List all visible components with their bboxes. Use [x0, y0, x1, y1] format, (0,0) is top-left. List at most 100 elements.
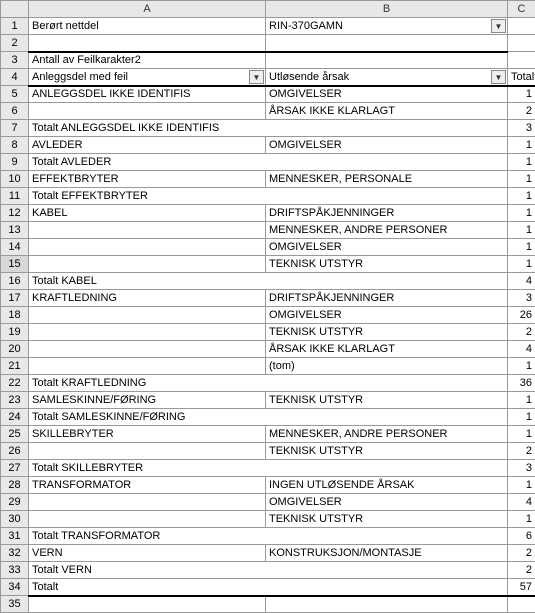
cell-C15[interactable]: 1: [508, 256, 535, 273]
select-all-corner[interactable]: [1, 1, 29, 18]
cell-C21[interactable]: 1: [508, 358, 535, 375]
cell-B3[interactable]: [266, 52, 508, 69]
cell-A3[interactable]: Antall av Feilkarakter2: [29, 52, 266, 69]
cell-A20[interactable]: [29, 341, 266, 358]
cell-C14[interactable]: 1: [508, 239, 535, 256]
row-header-12[interactable]: 12: [1, 205, 29, 222]
cell-A4[interactable]: Anleggsdel med feil ▼: [29, 69, 266, 86]
cell-C35[interactable]: [508, 596, 535, 613]
cell-B17[interactable]: DRIFTSPÅKJENNINGER: [266, 290, 508, 307]
cell-A15[interactable]: [29, 256, 266, 273]
cell-C2[interactable]: [508, 35, 535, 52]
cell-B30[interactable]: TEKNISK UTSTYR: [266, 511, 508, 528]
row-header-14[interactable]: 14: [1, 239, 29, 256]
row-header-33[interactable]: 33: [1, 562, 29, 579]
cell-A1[interactable]: Berørt nettdel: [29, 18, 266, 35]
cell-C4[interactable]: Totalt: [508, 69, 535, 86]
cell-A7[interactable]: Totalt ANLEGGSDEL IKKE IDENTIFIS: [29, 120, 508, 137]
cell-C17[interactable]: 3: [508, 290, 535, 307]
cell-B23[interactable]: TEKNISK UTSTYR: [266, 392, 508, 409]
cell-A33[interactable]: Totalt VERN: [29, 562, 508, 579]
row-header-24[interactable]: 24: [1, 409, 29, 426]
cell-A17[interactable]: KRAFTLEDNING: [29, 290, 266, 307]
cell-C27[interactable]: 3: [508, 460, 535, 477]
row-header-6[interactable]: 6: [1, 103, 29, 120]
row-header-35[interactable]: 35: [1, 596, 29, 613]
cell-B20[interactable]: ÅRSAK IKKE KLARLAGT: [266, 341, 508, 358]
cell-B14[interactable]: OMGIVELSER: [266, 239, 508, 256]
cell-C34[interactable]: 57: [508, 579, 535, 596]
cell-B13[interactable]: MENNESKER, ANDRE PERSONER: [266, 222, 508, 239]
row-header-28[interactable]: 28: [1, 477, 29, 494]
cell-C32[interactable]: 2: [508, 545, 535, 562]
cell-A16[interactable]: Totalt KABEL: [29, 273, 508, 290]
cell-A34[interactable]: Totalt: [29, 579, 508, 596]
cell-A29[interactable]: [29, 494, 266, 511]
cell-C23[interactable]: 1: [508, 392, 535, 409]
row-header-15[interactable]: 15: [1, 256, 29, 273]
cell-A25[interactable]: SKILLEBRYTER: [29, 426, 266, 443]
cell-A28[interactable]: TRANSFORMATOR: [29, 477, 266, 494]
row-header-19[interactable]: 19: [1, 324, 29, 341]
cell-A31[interactable]: Totalt TRANSFORMATOR: [29, 528, 508, 545]
cell-C3[interactable]: [508, 52, 535, 69]
row-header-31[interactable]: 31: [1, 528, 29, 545]
cell-B18[interactable]: OMGIVELSER: [266, 307, 508, 324]
row-header-29[interactable]: 29: [1, 494, 29, 511]
spreadsheet-grid[interactable]: A B C 1 Berørt nettdel RIN-370GAMN ▼ 2 3…: [0, 0, 535, 613]
row-header-5[interactable]: 5: [1, 86, 29, 103]
row-header-13[interactable]: 13: [1, 222, 29, 239]
cell-B15[interactable]: TEKNISK UTSTYR: [266, 256, 508, 273]
cell-A19[interactable]: [29, 324, 266, 341]
cell-C24[interactable]: 1: [508, 409, 535, 426]
cell-C26[interactable]: 2: [508, 443, 535, 460]
cell-A9[interactable]: Totalt AVLEDER: [29, 154, 508, 171]
dropdown-icon[interactable]: ▼: [491, 19, 506, 33]
cell-B25[interactable]: MENNESKER, ANDRE PERSONER: [266, 426, 508, 443]
row-header-30[interactable]: 30: [1, 511, 29, 528]
cell-B19[interactable]: TEKNISK UTSTYR: [266, 324, 508, 341]
row-header-11[interactable]: 11: [1, 188, 29, 205]
cell-C22[interactable]: 36: [508, 375, 535, 392]
cell-B4[interactable]: Utløsende årsak ▼: [266, 69, 508, 86]
cell-C8[interactable]: 1: [508, 137, 535, 154]
col-header-C[interactable]: C: [508, 1, 535, 18]
row-header-21[interactable]: 21: [1, 358, 29, 375]
cell-B10[interactable]: MENNESKER, PERSONALE: [266, 171, 508, 188]
cell-A30[interactable]: [29, 511, 266, 528]
row-header-26[interactable]: 26: [1, 443, 29, 460]
cell-C10[interactable]: 1: [508, 171, 535, 188]
cell-A27[interactable]: Totalt SKILLEBRYTER: [29, 460, 508, 477]
cell-C19[interactable]: 2: [508, 324, 535, 341]
cell-B12[interactable]: DRIFTSPÅKJENNINGER: [266, 205, 508, 222]
cell-A5[interactable]: ANLEGGSDEL IKKE IDENTIFIS: [29, 86, 266, 103]
row-header-27[interactable]: 27: [1, 460, 29, 477]
cell-C28[interactable]: 1: [508, 477, 535, 494]
row-header-8[interactable]: 8: [1, 137, 29, 154]
cell-A8[interactable]: AVLEDER: [29, 137, 266, 154]
cell-C31[interactable]: 6: [508, 528, 535, 545]
cell-A32[interactable]: VERN: [29, 545, 266, 562]
cell-C25[interactable]: 1: [508, 426, 535, 443]
cell-B2[interactable]: [266, 35, 508, 52]
cell-B1[interactable]: RIN-370GAMN ▼: [266, 18, 508, 35]
cell-C5[interactable]: 1: [508, 86, 535, 103]
row-header-18[interactable]: 18: [1, 307, 29, 324]
cell-A22[interactable]: Totalt KRAFTLEDNING: [29, 375, 508, 392]
cell-B28[interactable]: INGEN UTLØSENDE ÅRSAK: [266, 477, 508, 494]
cell-B6[interactable]: ÅRSAK IKKE KLARLAGT: [266, 103, 508, 120]
cell-C12[interactable]: 1: [508, 205, 535, 222]
cell-A12[interactable]: KABEL: [29, 205, 266, 222]
row-header-7[interactable]: 7: [1, 120, 29, 137]
cell-C11[interactable]: 1: [508, 188, 535, 205]
dropdown-icon[interactable]: ▼: [491, 70, 506, 84]
cell-A10[interactable]: EFFEKTBRYTER: [29, 171, 266, 188]
cell-B5[interactable]: OMGIVELSER: [266, 86, 508, 103]
row-header-20[interactable]: 20: [1, 341, 29, 358]
row-header-9[interactable]: 9: [1, 154, 29, 171]
row-header-22[interactable]: 22: [1, 375, 29, 392]
cell-C30[interactable]: 1: [508, 511, 535, 528]
cell-A2[interactable]: [29, 35, 266, 52]
row-header-25[interactable]: 25: [1, 426, 29, 443]
cell-A23[interactable]: SAMLESKINNE/FØRING: [29, 392, 266, 409]
